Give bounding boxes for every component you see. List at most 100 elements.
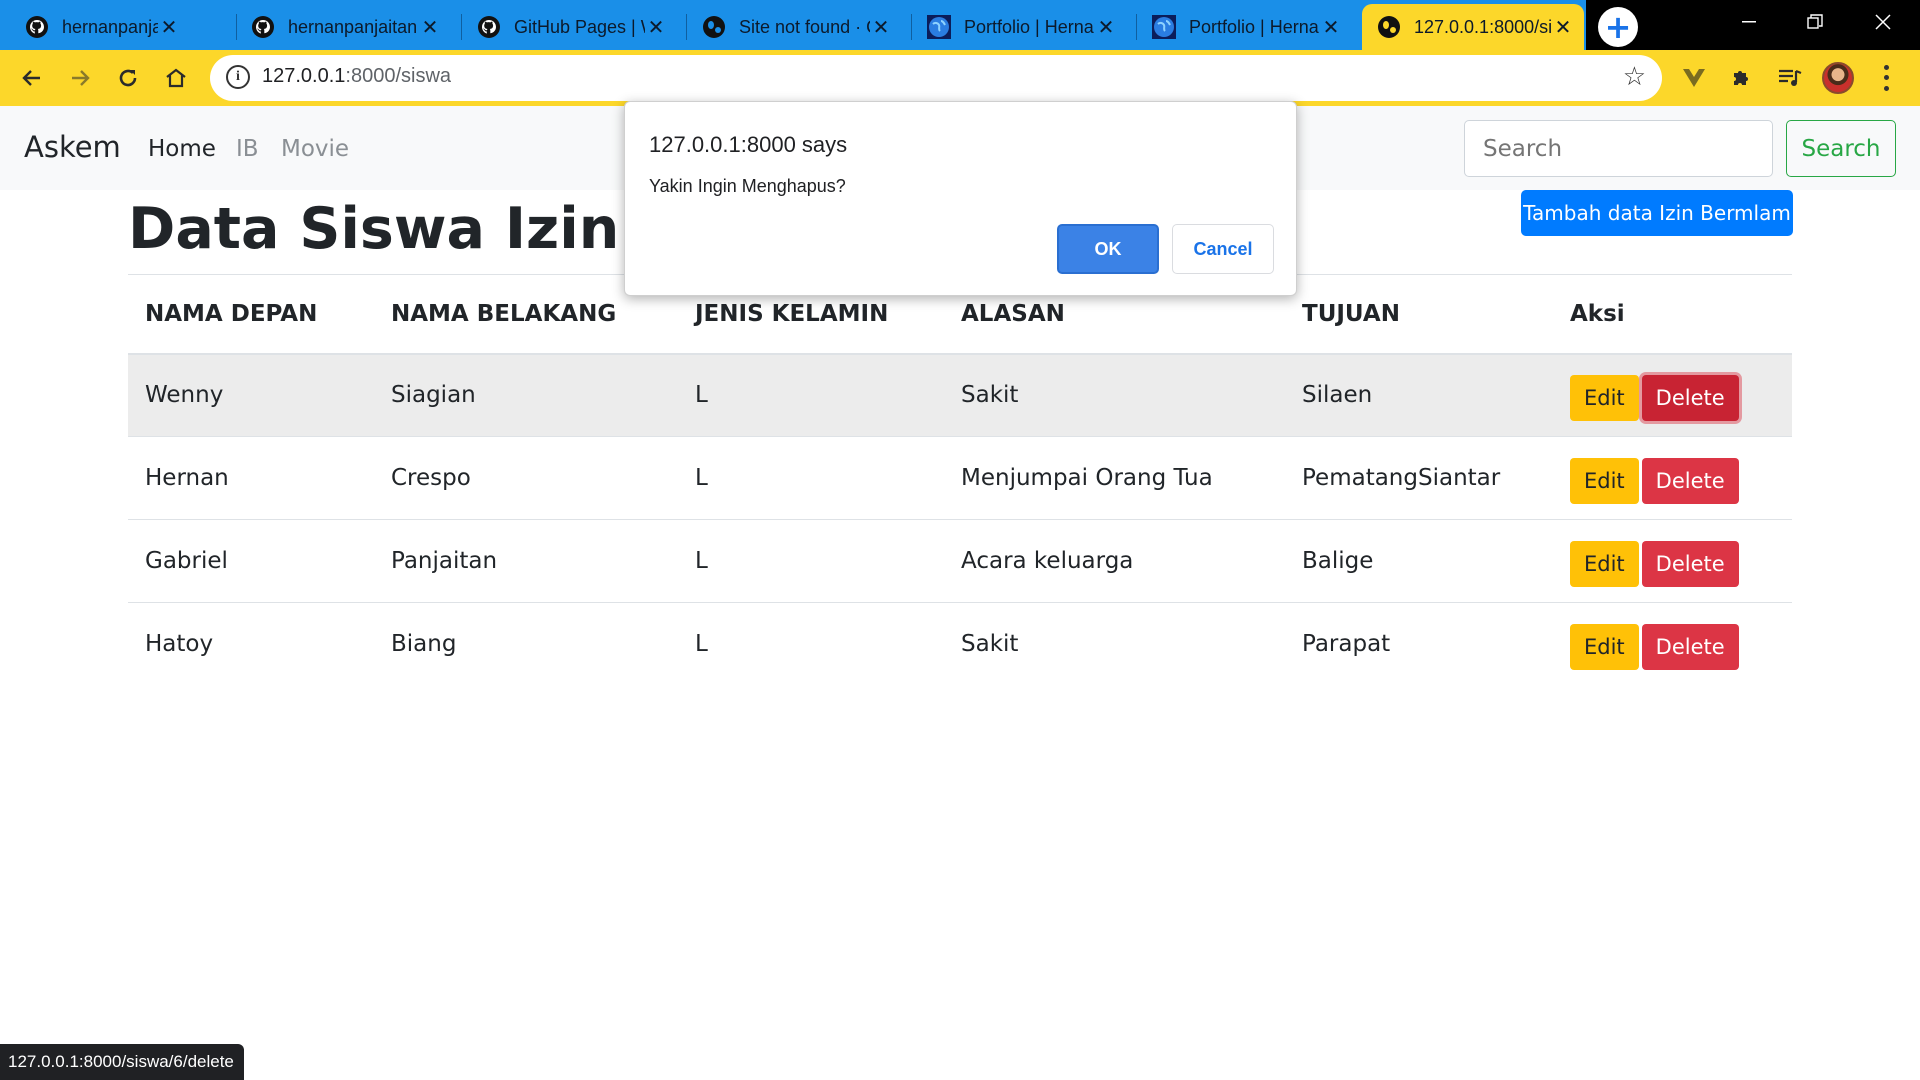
cell-nama-depan: Hernan (128, 436, 374, 520)
back-button[interactable] (12, 58, 52, 98)
cell-nama-belakang: Panjaitan (374, 519, 678, 603)
browser-tab[interactable]: Portfolio | Hernan ✕ (1137, 4, 1352, 50)
search-button[interactable]: Search (1786, 120, 1896, 177)
close-icon[interactable]: ✕ (1095, 15, 1117, 39)
globe-icon (701, 14, 727, 40)
browser-tab[interactable]: hernanpanjaitan ✕ (236, 4, 451, 50)
tab-title: hernanpanjaitan (62, 16, 158, 37)
cell-tujuan: Parapat (1285, 602, 1553, 686)
earth-icon (1151, 14, 1177, 40)
cell-aksi: Edit Delete (1553, 602, 1792, 686)
close-icon[interactable]: ✕ (419, 15, 441, 39)
cell-jenis-kelamin: L (678, 436, 944, 520)
browser-tab[interactable]: hernanpanjaitan ✕ (10, 4, 190, 50)
cell-nama-depan: Hatoy (128, 602, 374, 686)
delete-button[interactable]: Delete (1641, 541, 1739, 587)
earth-icon (926, 14, 952, 40)
tab-title: Portfolio | Hernan (1189, 16, 1320, 37)
cell-tujuan: Silaen (1285, 353, 1553, 437)
minimize-button[interactable] (1716, 0, 1782, 44)
address-url[interactable]: 127.0.0.1:8000/siswa (262, 65, 451, 88)
github-icon (24, 14, 50, 40)
table-row: Hernan Crespo L Menjumpai Orang Tua Pema… (128, 436, 1792, 520)
cancel-button[interactable]: Cancel (1172, 224, 1274, 274)
confirm-dialog: 127.0.0.1:8000 says Yakin Ingin Menghapu… (624, 101, 1297, 296)
site-brand[interactable]: Askem (24, 130, 121, 164)
address-bar[interactable]: i 127.0.0.1:8000/siswa ☆ (210, 55, 1662, 101)
browser-tab[interactable]: Portfolio | Hernan ✕ (912, 4, 1127, 50)
info-icon[interactable]: i (226, 65, 250, 89)
reload-button[interactable] (108, 58, 148, 98)
browser-tab-active[interactable]: 127.0.0.1:8000/siswa ✕ (1362, 4, 1584, 50)
close-icon[interactable]: ✕ (1320, 15, 1342, 39)
cell-alasan: Sakit (944, 353, 1285, 437)
cell-nama-depan: Wenny (128, 353, 374, 437)
browser-toolbar: i 127.0.0.1:8000/siswa ☆ (0, 50, 1920, 106)
forward-button[interactable] (60, 58, 100, 98)
add-data-button[interactable]: Tambah data Izin Bermlam (1521, 190, 1793, 236)
bookmark-star-icon[interactable]: ☆ (1623, 62, 1646, 92)
github-icon (250, 14, 276, 40)
table-row: Gabriel Panjaitan L Acara keluarga Balig… (128, 519, 1792, 603)
dialog-title: 127.0.0.1:8000 says (649, 132, 848, 157)
reload-icon (119, 69, 137, 87)
media-control-icon[interactable] (1772, 60, 1808, 96)
edit-button[interactable]: Edit (1570, 624, 1639, 671)
column-header: Aksi (1553, 274, 1792, 355)
arrow-right-icon (72, 70, 90, 86)
cell-nama-belakang: Biang (374, 602, 678, 686)
close-icon[interactable]: ✕ (870, 15, 892, 39)
extensions-puzzle-icon[interactable] (1724, 60, 1760, 96)
cell-aksi: Edit Delete (1553, 436, 1792, 520)
close-icon[interactable]: ✕ (1552, 15, 1574, 39)
cell-aksi: Edit Delete (1553, 519, 1792, 603)
ok-button[interactable]: OK (1057, 224, 1159, 274)
data-table: NAMA DEPAN NAMA BELAKANG JENIS KELAMIN A… (128, 274, 1792, 686)
table-row: Wenny Siagian L Sakit Silaen Edit Delete (128, 353, 1792, 437)
github-icon (476, 14, 502, 40)
delete-button[interactable]: Delete (1641, 458, 1739, 504)
delete-button[interactable]: Delete (1641, 624, 1739, 671)
edit-button[interactable]: Edit (1570, 458, 1639, 504)
cell-jenis-kelamin: L (678, 353, 944, 437)
globe-icon (1376, 14, 1402, 40)
arrow-left-icon (22, 70, 40, 86)
cell-alasan: Sakit (944, 602, 1285, 686)
close-icon[interactable]: ✕ (158, 15, 180, 39)
close-window-button[interactable] (1850, 0, 1916, 44)
cell-nama-depan: Gabriel (128, 519, 374, 603)
tab-title: Portfolio | Hernan (964, 16, 1095, 37)
column-header: TUJUAN (1285, 274, 1553, 355)
nav-link-home[interactable]: Home (148, 136, 216, 162)
home-icon (166, 68, 186, 88)
cell-alasan: Menjumpai Orang Tua (944, 436, 1285, 520)
cell-jenis-kelamin: L (678, 602, 944, 686)
table-row: Hatoy Biang L Sakit Parapat Edit Delete (128, 602, 1792, 686)
tab-title: 127.0.0.1:8000/siswa (1414, 16, 1552, 37)
close-icon[interactable]: ✕ (645, 15, 667, 39)
status-bar-url: 127.0.0.1:8000/siswa/6/delete (0, 1044, 244, 1080)
restore-button[interactable] (1782, 0, 1848, 44)
browser-tab[interactable]: Site not found · G ✕ (687, 4, 902, 50)
edit-button[interactable]: Edit (1570, 541, 1639, 587)
cell-tujuan: Balige (1285, 519, 1553, 603)
cell-alasan: Acara keluarga (944, 519, 1285, 603)
profile-avatar[interactable] (1822, 62, 1854, 94)
edit-button[interactable]: Edit (1570, 375, 1639, 422)
browser-tab[interactable]: GitHub Pages | W ✕ (462, 4, 677, 50)
cell-nama-belakang: Crespo (374, 436, 678, 520)
search-input[interactable] (1464, 120, 1773, 177)
cell-nama-belakang: Siagian (374, 353, 678, 437)
new-tab-button[interactable]: + (1598, 7, 1638, 47)
dialog-message: Yakin Ingin Menghapus? (649, 176, 846, 196)
browser-menu-icon[interactable] (1876, 62, 1896, 94)
nav-link-movie[interactable]: Movie (281, 136, 349, 162)
vue-devtools-extension-icon[interactable] (1676, 60, 1712, 96)
delete-button[interactable]: Delete (1641, 375, 1739, 422)
cell-jenis-kelamin: L (678, 519, 944, 603)
home-button[interactable] (156, 58, 196, 98)
nav-link-ib[interactable]: IB (236, 136, 259, 162)
tab-title: GitHub Pages | W (514, 16, 645, 37)
cell-tujuan: PematangSiantar (1285, 436, 1553, 520)
browser-tab-strip: hernanpanjaitan ✕ hernanpanjaitan ✕ GitH… (0, 0, 1920, 50)
